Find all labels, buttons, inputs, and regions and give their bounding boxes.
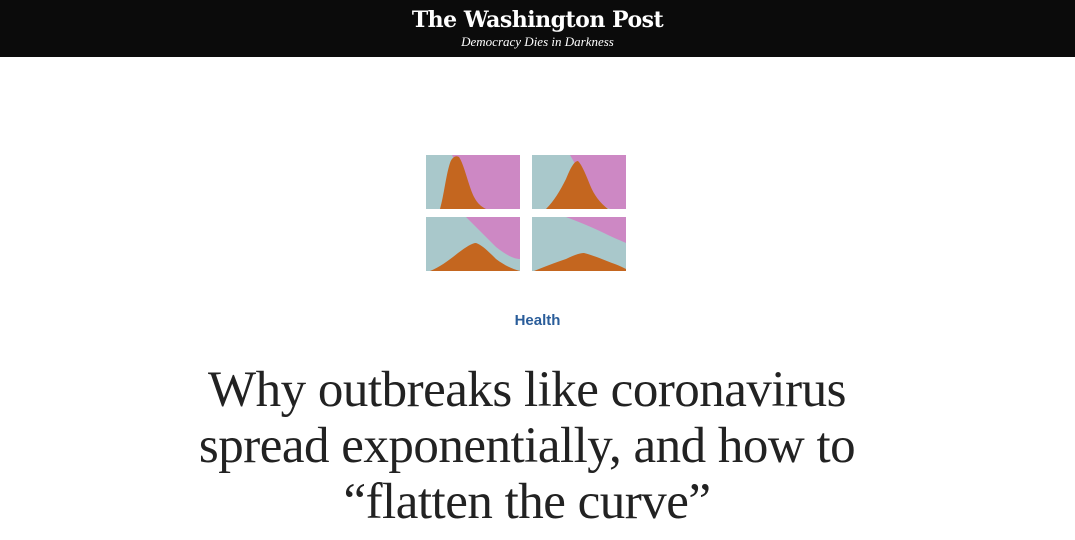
curve-panel-1: [426, 155, 520, 209]
curve-panel-3: [426, 217, 520, 271]
masthead: The Washington Post Democracy Dies in Da…: [0, 0, 1075, 57]
section-link-health[interactable]: Health: [0, 312, 1075, 330]
curve-panels-icon: [426, 155, 626, 271]
article-headline: Why outbreaks like coronavirus spread ex…: [198, 362, 856, 530]
curve-panel-4: [532, 217, 626, 271]
site-logo[interactable]: The Washington Post: [0, 6, 1075, 34]
site-tagline: Democracy Dies in Darkness: [461, 34, 614, 49]
hero-illustration: [426, 155, 627, 271]
curve-panel-2: [532, 155, 626, 209]
